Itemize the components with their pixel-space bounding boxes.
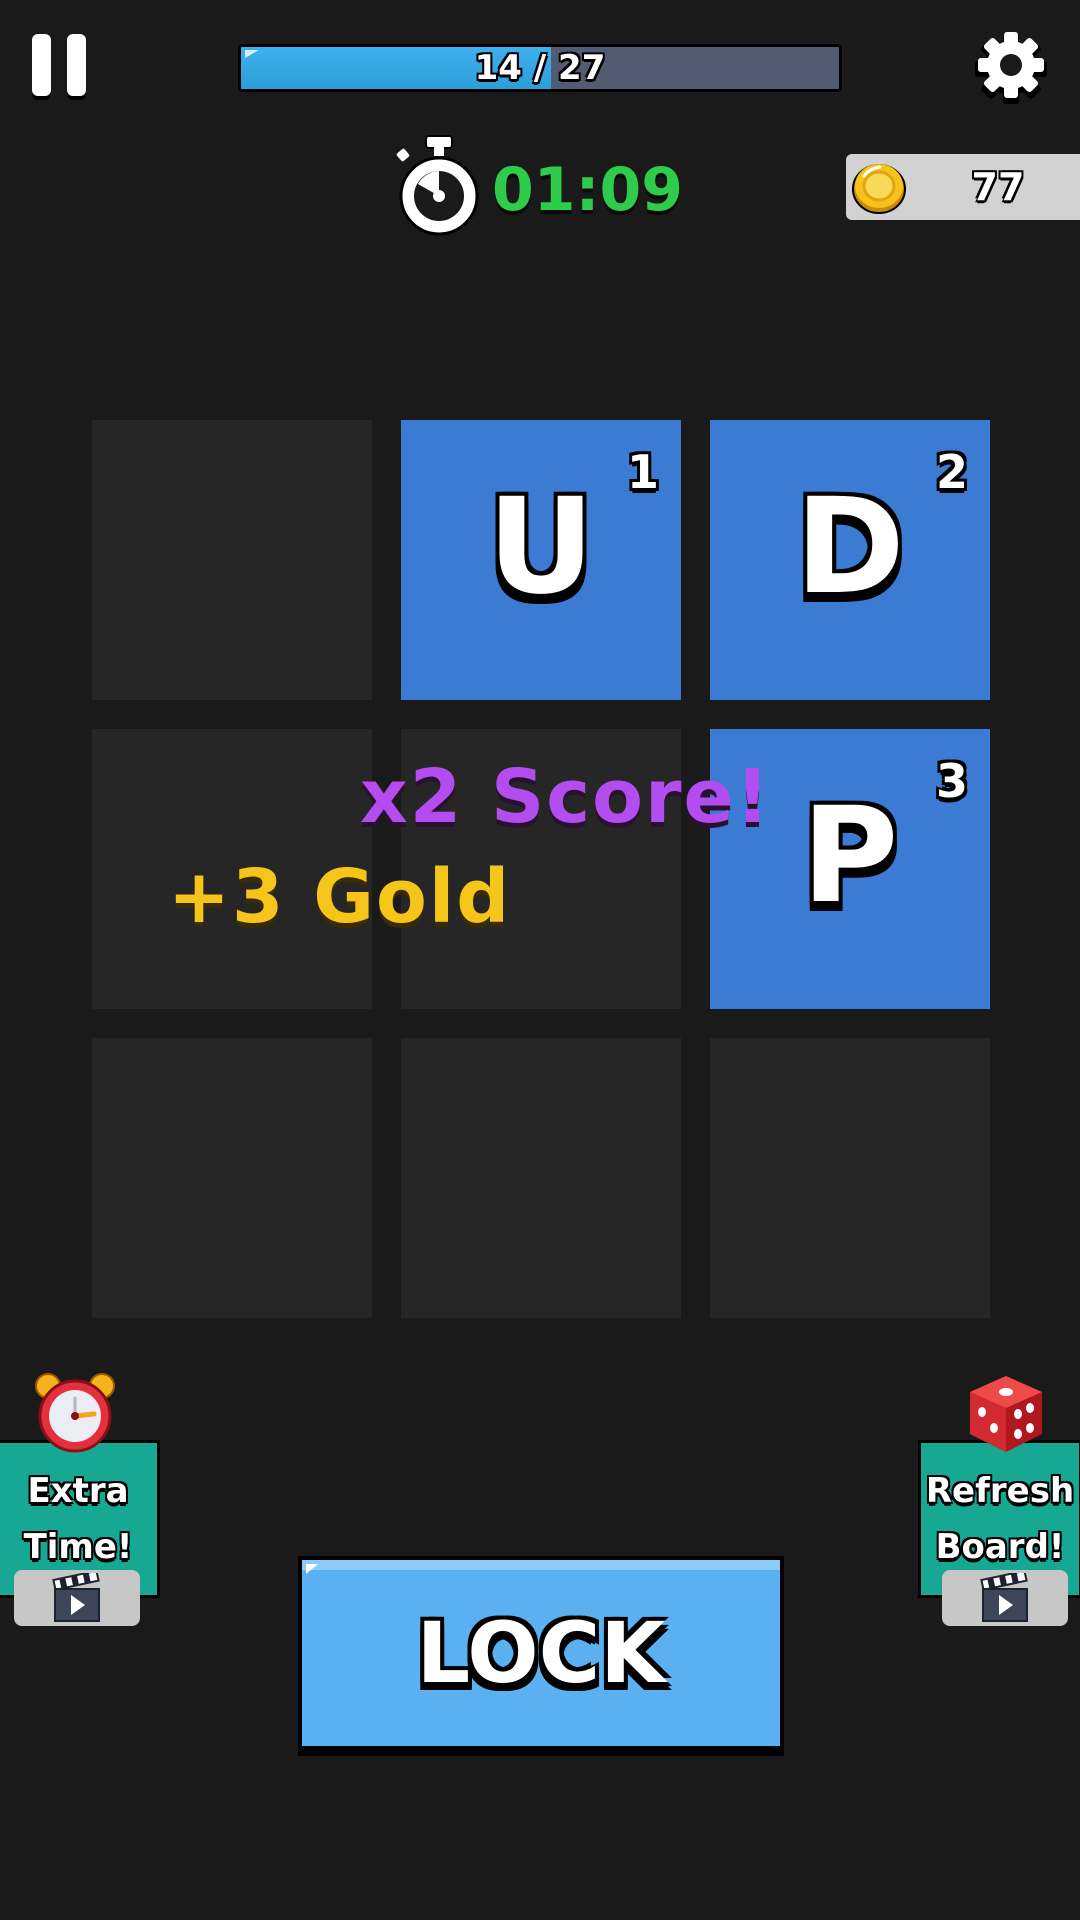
empty-cell[interactable]	[92, 420, 372, 700]
score-multiplier-popup: x2 Score!	[360, 754, 772, 840]
gold-reward-popup: +3 Gold	[168, 854, 512, 940]
refresh-board-video-tag[interactable]	[942, 1570, 1068, 1626]
dice-icon	[970, 1376, 1042, 1452]
stopwatch-icon	[396, 135, 479, 236]
empty-cell[interactable]	[92, 1038, 372, 1318]
tile-order-number: 1	[626, 445, 659, 499]
coin-icon	[852, 164, 906, 214]
clapperboard-icon	[52, 1573, 100, 1622]
progress-label: 14 / 27	[474, 48, 606, 88]
pause-icon-bar	[67, 34, 86, 96]
extra-time-label: Extra Time!	[0, 1463, 157, 1575]
letter-tile[interactable]: D2	[710, 420, 990, 700]
gold-amount: 77	[971, 165, 1025, 209]
letter-tile[interactable]: U1	[401, 420, 681, 700]
empty-cell[interactable]	[710, 1038, 990, 1318]
pause-icon	[32, 34, 51, 96]
tile-order-number: 2	[935, 445, 968, 499]
empty-cell[interactable]	[401, 1038, 681, 1318]
lock-button-label: LOCK	[416, 1604, 666, 1702]
lock-button[interactable]: LOCK	[298, 1556, 784, 1750]
tile-order-number: 3	[935, 754, 968, 808]
refresh-board-label: Refresh Board!	[921, 1463, 1079, 1575]
level-progress-bar: 14 / 27	[238, 44, 842, 92]
gold-counter: 77	[846, 154, 1080, 220]
timer-readout: 01:09	[492, 155, 683, 225]
extra-time-label-line1: Extra	[27, 1471, 129, 1511]
refresh-board-label-line1: Refresh	[925, 1471, 1075, 1511]
refresh-board-label-line2: Board!	[935, 1527, 1065, 1567]
clapperboard-icon	[980, 1573, 1028, 1622]
pause-button[interactable]	[32, 34, 86, 100]
extra-time-label-line2: Time!	[23, 1527, 133, 1567]
gear-icon[interactable]	[974, 30, 1048, 104]
alarm-clock-icon	[35, 1373, 115, 1453]
extra-time-video-tag[interactable]	[14, 1570, 140, 1626]
